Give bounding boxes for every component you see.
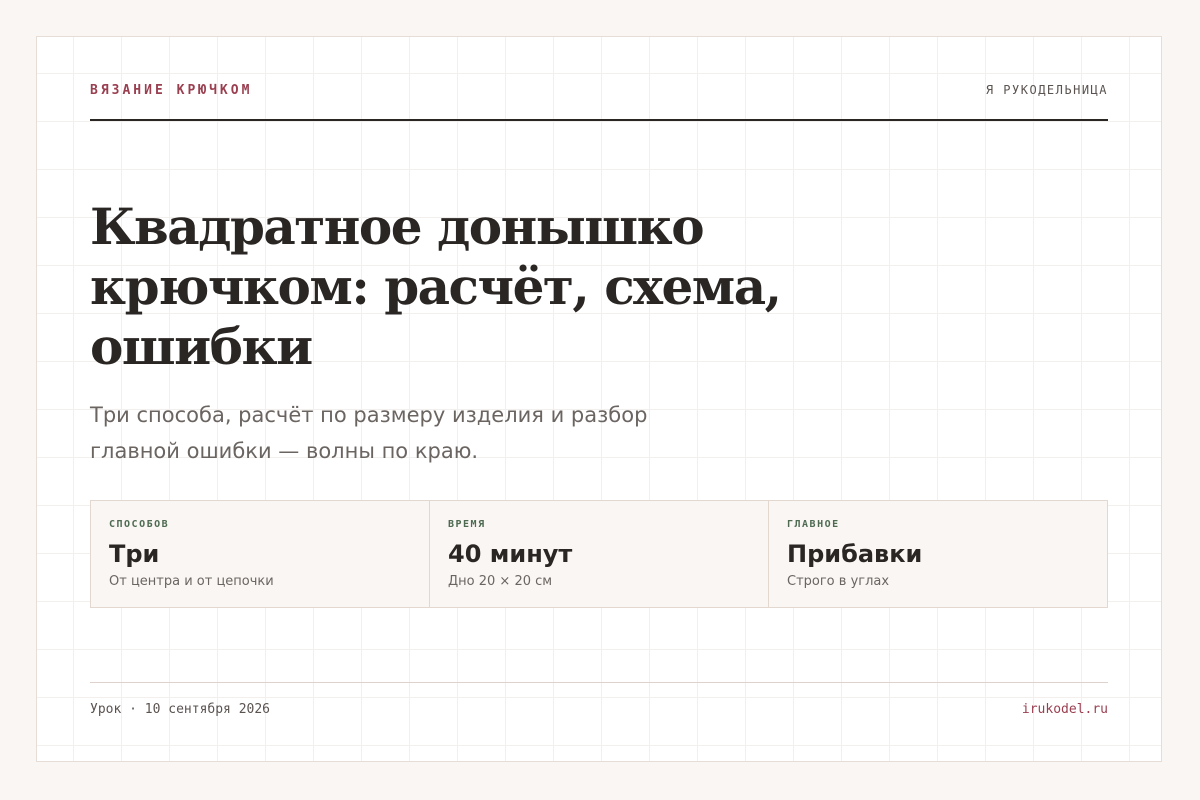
- lesson-date: Урок · 10 сентября 2026: [90, 702, 271, 717]
- stat-note: Строго в углах: [787, 574, 890, 589]
- article-card: ВЯЗАНИЕ КРЮЧКОМ Я РУКОДЕЛЬНИЦА Квадратно…: [36, 36, 1162, 762]
- header: ВЯЗАНИЕ КРЮЧКОМ Я РУКОДЕЛЬНИЦА: [90, 83, 1108, 121]
- footer: Урок · 10 сентября 2026 irukodel.ru: [90, 682, 1108, 729]
- stat-label: ВРЕМЯ: [448, 519, 486, 530]
- stat-label: СПОСОБОВ: [109, 519, 170, 530]
- stat-value: Три: [109, 540, 160, 568]
- page-title: Квадратное донышко крючком: расчёт, схем…: [90, 197, 782, 376]
- category-kicker: ВЯЗАНИЕ КРЮЧКОМ: [90, 83, 253, 98]
- page-subtitle: Три способа, расчёт по размеру изделия и…: [90, 403, 648, 463]
- stat-value: Прибавки: [787, 540, 923, 568]
- brand-name: Я РУКОДЕЛЬНИЦА: [985, 83, 1108, 97]
- stat-note: Дно 20 × 20 см: [448, 574, 553, 589]
- stats-panel: СПОСОБОВ Три От центра и от цепочки ВРЕМ…: [90, 500, 1108, 608]
- stat-main: ГЛАВНОЕ Прибавки Строго в углах: [769, 501, 1107, 607]
- stat-methods: СПОСОБОВ Три От центра и от цепочки: [91, 501, 430, 607]
- stat-label: ГЛАВНОЕ: [787, 519, 840, 530]
- stat-value: 40 минут: [448, 540, 573, 568]
- site-link[interactable]: irukodel.ru: [1022, 702, 1108, 717]
- stat-time: ВРЕМЯ 40 минут Дно 20 × 20 см: [430, 501, 769, 607]
- stat-note: От центра и от цепочки: [109, 574, 274, 589]
